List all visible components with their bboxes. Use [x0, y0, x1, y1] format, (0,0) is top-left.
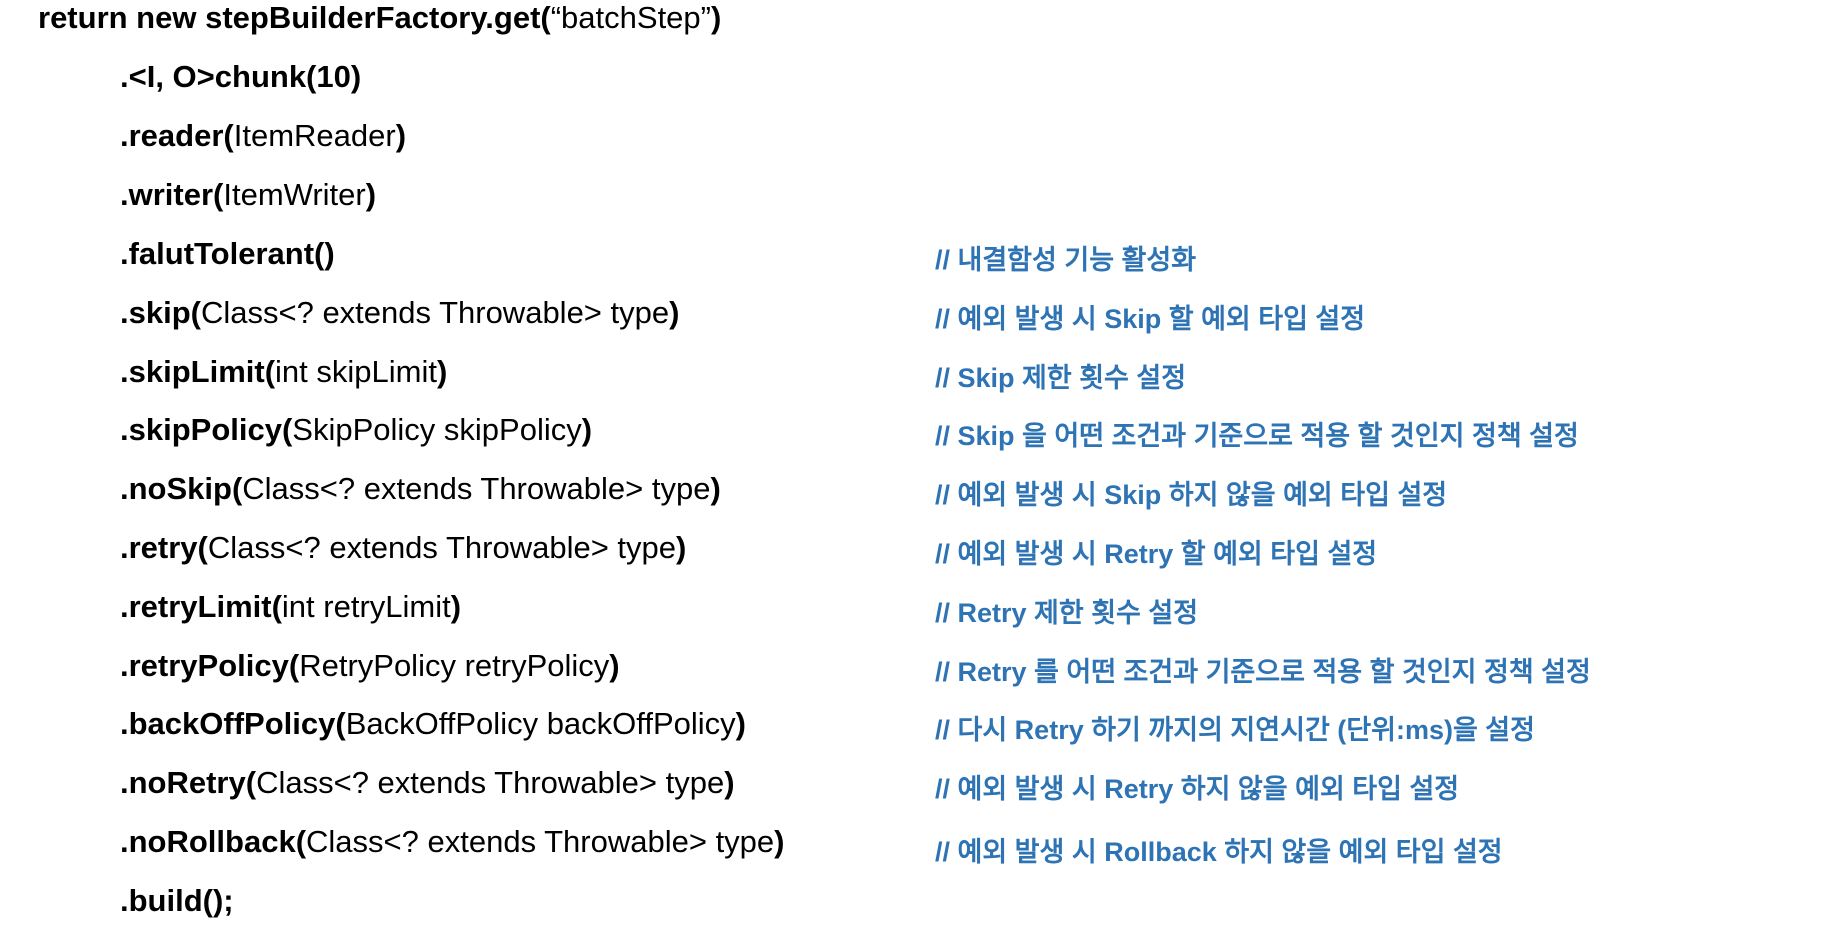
code-line-no-rollback: .noRollback(Class<? extends Throwable> t… — [120, 822, 785, 862]
code-close: ) — [669, 295, 680, 330]
comment-no-retry: // 예외 발생 시 Retry 하지 않을 예외 타입 설정 — [935, 774, 1460, 804]
code-line-skip: .skip(Class<? extends Throwable> type) — [120, 293, 679, 333]
code-line-retry-limit: .retryLimit(int retryLimit) — [120, 587, 461, 627]
code-line-build: .build(); — [120, 881, 234, 921]
code-method: .skip( — [120, 295, 201, 330]
code-args: Class<? extends Throwable> type — [306, 824, 775, 859]
code-method: .retryPolicy( — [120, 648, 300, 683]
code-line-skip-limit: .skipLimit(int skipLimit) — [120, 352, 447, 392]
code-line-no-skip: .noSkip(Class<? extends Throwable> type) — [120, 469, 721, 509]
code-method: return new stepBuilderFactory.get( — [38, 0, 551, 35]
code-close: ) — [450, 589, 462, 624]
code-line-writer: .writer(ItemWriter) — [120, 175, 376, 215]
code-args: Class<? extends Throwable> type — [207, 530, 677, 565]
code-slide: return new stepBuilderFactory.get(“batch… — [0, 0, 1830, 934]
comment-skip-policy: // Skip 을 어떤 조건과 기준으로 적용 할 것인지 정책 설정 — [935, 421, 1579, 451]
code-close: ) — [365, 177, 377, 212]
code-args: Class<? extends Throwable> type — [242, 471, 711, 506]
code-args: Class<? extends Throwable> type — [200, 295, 670, 330]
code-close: ) — [581, 412, 593, 447]
code-args: ItemWriter — [223, 177, 366, 212]
code-args: int retryLimit — [281, 589, 451, 624]
code-args: Class<? extends Throwable> type — [256, 765, 725, 800]
code-line-reader: .reader(ItemReader) — [120, 116, 406, 156]
code-line-back-off-policy: .backOffPolicy(BackOffPolicy backOffPoli… — [120, 704, 746, 744]
comment-no-skip: // 예외 발생 시 Skip 하지 않을 예외 타입 설정 — [935, 480, 1448, 510]
code-method: .reader( — [120, 118, 234, 153]
code-close: ) — [609, 648, 620, 683]
code-method: .retryLimit( — [120, 589, 282, 624]
code-args: “batchStep” — [550, 0, 711, 35]
code-close: ) — [676, 530, 687, 565]
code-line-retry: .retry(Class<? extends Throwable> type) — [120, 528, 686, 568]
code-close: ) — [724, 765, 735, 800]
code-close: ) — [774, 824, 785, 859]
code-method: .retry( — [120, 530, 208, 565]
code-line-skip-policy: .skipPolicy(SkipPolicy skipPolicy) — [120, 410, 592, 450]
code-method: .skipPolicy( — [120, 412, 293, 447]
comment-retry-limit: // Retry 제한 횟수 설정 — [935, 598, 1199, 628]
code-close: ) — [710, 471, 721, 506]
code-method: .skipLimit( — [120, 354, 276, 389]
code-line-retry-policy: .retryPolicy(RetryPolicy retryPolicy) — [120, 646, 620, 686]
code-args: SkipPolicy skipPolicy — [292, 412, 582, 447]
code-args: ItemReader — [233, 118, 396, 153]
code-line-no-retry: .noRetry(Class<? extends Throwable> type… — [120, 763, 735, 803]
code-args: BackOffPolicy backOffPolicy — [345, 706, 736, 741]
code-close: ) — [395, 118, 407, 153]
code-line-chunk: .<I, O>chunk(10) — [120, 57, 361, 97]
comment-retry-policy: // Retry 를 어떤 조건과 기준으로 적용 할 것인지 정책 설정 — [935, 657, 1591, 687]
comment-no-rollback: // 예외 발생 시 Rollback 하지 않을 예외 타입 설정 — [935, 837, 1503, 867]
code-close: ) — [735, 706, 746, 741]
comment-back-off-policy: // 다시 Retry 하기 까지의 지연시간 (단위:ms)을 설정 — [935, 715, 1535, 745]
code-method: .build(); — [120, 883, 234, 918]
code-method: .falutTolerant() — [120, 236, 335, 271]
code-line-return: return new stepBuilderFactory.get(“batch… — [38, 0, 721, 38]
comment-skip-limit: // Skip 제한 횟수 설정 — [935, 363, 1187, 393]
code-method: .<I, O>chunk(10) — [120, 59, 362, 94]
code-args: RetryPolicy retryPolicy — [299, 648, 610, 683]
code-close: ) — [711, 0, 722, 35]
comment-fault-tolerant: // 내결함성 기능 활성화 — [935, 245, 1197, 275]
code-method: .noSkip( — [120, 471, 243, 506]
comment-retry: // 예외 발생 시 Retry 할 예외 타입 설정 — [935, 539, 1378, 569]
code-args: int skipLimit — [275, 354, 437, 389]
code-method: .noRollback( — [120, 824, 307, 859]
code-close: ) — [436, 354, 448, 389]
comment-skip: // 예외 발생 시 Skip 할 예외 타입 설정 — [935, 304, 1366, 334]
code-method: .writer( — [120, 177, 224, 212]
code-method: .noRetry( — [120, 765, 257, 800]
code-method: .backOffPolicy( — [120, 706, 346, 741]
code-line-fault-tolerant: .falutTolerant() — [120, 234, 335, 274]
